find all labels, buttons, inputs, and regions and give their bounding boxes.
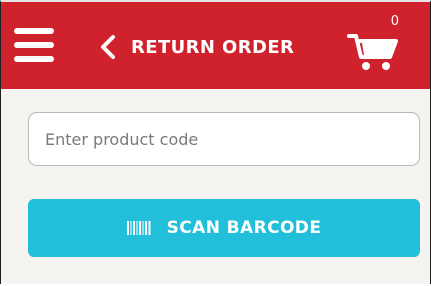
chevron-left-icon (101, 35, 115, 59)
barcode-icon (126, 221, 151, 235)
menu-line (14, 56, 54, 62)
menu-line (14, 28, 54, 34)
cart-count-badge: 0 (390, 14, 399, 29)
app-header: RETURN ORDER 0 (1, 2, 430, 89)
hamburger-menu-icon[interactable] (14, 28, 54, 62)
app-screen: RETURN ORDER 0 SCA (0, 0, 431, 284)
scan-barcode-label: SCAN BARCODE (166, 218, 322, 238)
cart-button[interactable]: 0 (346, 12, 408, 76)
back-button[interactable]: RETURN ORDER (99, 30, 294, 64)
main-content: SCAN BARCODE (1, 89, 430, 286)
shopping-cart-icon (347, 34, 398, 70)
page-title: RETURN ORDER (131, 36, 295, 58)
product-code-input[interactable] (28, 112, 420, 166)
menu-line (14, 42, 54, 48)
scan-barcode-button[interactable]: SCAN BARCODE (28, 199, 420, 257)
